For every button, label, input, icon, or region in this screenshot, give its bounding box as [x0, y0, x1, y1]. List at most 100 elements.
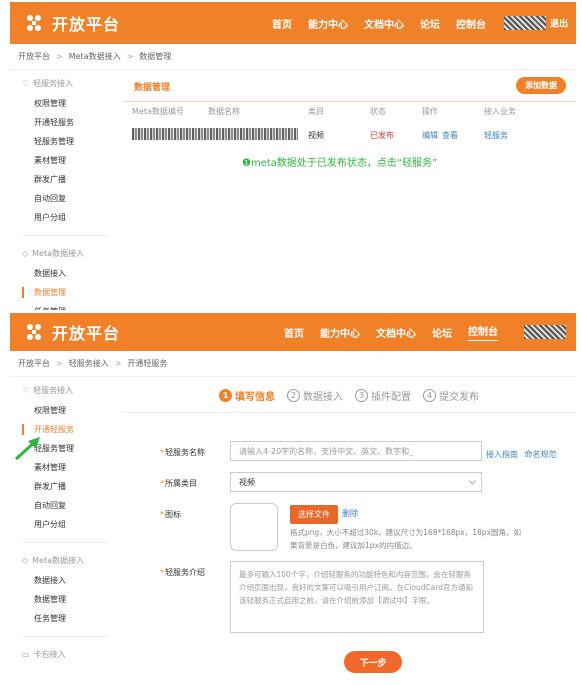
category-value: 视频 [239, 477, 255, 487]
icon-hint: 格式png，大小不超过30k，建议尺寸为168*168px，18px圆角。如果背… [290, 528, 521, 550]
sidebar: ♡ 轻服务接入 权限管理 开通轻服务 轻服务管理 素材管理 群发广播 自动回复 … [10, 379, 120, 665]
logo[interactable]: 开放平台 [22, 11, 120, 35]
nav-docs[interactable]: 文档中心 [376, 325, 416, 340]
intro-label: *轻服务介绍 [160, 568, 205, 577]
logo-icon [27, 15, 41, 31]
step-number: 4 [423, 389, 436, 402]
sidebar-item-materials[interactable]: 素材管理 [10, 151, 120, 170]
sidebar-item-broadcast[interactable]: 群发广播 [10, 170, 120, 189]
sidebar-item-user-groups[interactable]: 用户分组 [10, 208, 120, 227]
table-header: 操作 [422, 107, 438, 116]
user-avatar-pixelated[interactable] [504, 16, 546, 30]
sidebar-item-user-groups[interactable]: 用户分组 [10, 515, 120, 534]
screen-open-light-service: 开放平台 首页 能力中心 文档中心 论坛 控制台 开放平台 > 轻服务接入 > … [10, 313, 576, 685]
sidebar-item-permissions[interactable]: 权限管理 [10, 401, 120, 420]
sidebar-group-meta[interactable]: ◇ Meta数据接入 [10, 242, 120, 264]
breadcrumb-separator: > [56, 52, 63, 61]
sidebar-item-service-manage[interactable]: 轻服务管理 [10, 132, 120, 151]
sidebar-group-label: 轻服务接入 [33, 385, 74, 395]
next-step-button[interactable]: 下一步 [344, 651, 402, 673]
step-plugin-config: 3 插件配置 [355, 388, 411, 403]
step-fill-info: 1 填写信息 [219, 388, 275, 403]
step-number: 3 [355, 389, 368, 402]
sidebar-item-data-manage[interactable]: 数据管理 [10, 283, 120, 302]
annotation-step-1: ❶meta数据处于已发布状态，点击“轻服务” [242, 158, 438, 169]
main-content: 数据管理 添加数据 Meta数据编号 数据名称 类目 状态 操作 接入业务 视频… [122, 72, 576, 140]
top-bar: 开放平台 首页 能力中心 文档中心 论坛 控制台 退出 [10, 2, 576, 44]
nav-capability[interactable]: 能力中心 [308, 16, 348, 31]
chevron-down-icon [468, 477, 477, 485]
nav-docs[interactable]: 文档中心 [364, 16, 404, 31]
user-avatar-pixelated[interactable] [524, 325, 566, 339]
sidebar-item-broadcast[interactable]: 群发广播 [10, 477, 120, 496]
card-icon: ▭ [22, 649, 30, 659]
breadcrumb-separator: > [114, 359, 122, 368]
add-data-button[interactable]: 添加数据 [516, 77, 566, 94]
sidebar-item-permissions[interactable]: 权限管理 [10, 94, 120, 113]
service-name-label: *轻服务名称 [160, 448, 205, 457]
sidebar-group-meta[interactable]: ◇ Meta数据接入 [10, 549, 120, 571]
breadcrumb-item[interactable]: 开放平台 [18, 358, 50, 369]
sidebar-item-data-import[interactable]: 数据接入 [10, 571, 120, 590]
icon-label: *图标 [160, 510, 181, 519]
sidebar-group-card[interactable]: ▭ 卡包接入 [10, 643, 120, 665]
sidebar: ♡ 轻服务接入 权限管理 开通轻服务 轻服务管理 素材管理 群发广播 自动回复 … [10, 72, 120, 310]
sidebar-divider [22, 542, 108, 543]
status-badge: 已发布 [370, 131, 394, 140]
category-select[interactable]: 视频 [230, 472, 482, 492]
sidebar-group-label: 卡包接入 [33, 649, 66, 659]
sidebar-item-open-service[interactable]: 开通轻服务 [10, 113, 120, 132]
sidebar-group-light-service[interactable]: ♡ 轻服务接入 [10, 379, 120, 401]
sidebar-group-label: Meta数据接入 [32, 248, 85, 258]
sidebar-item-task-manage[interactable]: 任务管理 [10, 302, 120, 310]
nav-console[interactable]: 控制台 [456, 16, 486, 31]
step-number: 2 [287, 389, 300, 402]
nav-home[interactable]: 首页 [284, 325, 304, 340]
section-title: 数据管理 [122, 72, 576, 102]
sidebar-group-light-service[interactable]: ♡ 轻服务接入 [10, 72, 120, 94]
heart-icon: ♡ [22, 78, 30, 88]
table-cell-category: 视频 [308, 131, 324, 140]
table-header: Meta数据编号 [132, 107, 184, 116]
sidebar-divider [22, 636, 108, 637]
delete-icon-link[interactable]: 删除 [342, 508, 358, 519]
choose-file-button[interactable]: 选择文件 [290, 505, 338, 524]
breadcrumb-item: 开通轻服务 [127, 359, 168, 368]
service-name-input[interactable]: 请输入4-20字的名称，支持中文、英文、数字和_ [230, 441, 482, 461]
annotation-arrow-icon [14, 437, 40, 461]
breadcrumb-separator: > [56, 359, 63, 368]
nav-home[interactable]: 首页 [272, 16, 292, 31]
help-links: 接入指南 命名规范 [486, 449, 561, 460]
sidebar-item-task-manage[interactable]: 任务管理 [10, 609, 120, 628]
nav-capability[interactable]: 能力中心 [320, 325, 360, 340]
step-label: 数据接入 [303, 392, 343, 403]
view-link[interactable]: 查看 [442, 130, 458, 141]
breadcrumb: 开放平台 > Meta数据接入 > 数据管理 [10, 44, 576, 70]
step-submit: 4 提交发布 [423, 388, 479, 403]
logout-link[interactable]: 退出 [550, 17, 568, 30]
breadcrumb-item[interactable]: 轻服务接入 [69, 358, 109, 369]
sidebar-group-label: Meta数据接入 [32, 555, 85, 565]
sidebar-item-data-manage[interactable]: 数据管理 [10, 590, 120, 609]
naming-rules-link[interactable]: 命名规范 [525, 450, 557, 459]
pixelated-data-id-and-name [132, 128, 298, 140]
sidebar-item-auto-reply[interactable]: 自动回复 [10, 496, 120, 515]
sidebar-item-data-import[interactable]: 数据接入 [10, 264, 120, 283]
guide-link[interactable]: 接入指南 [486, 450, 518, 459]
nav-console[interactable]: 控制台 [468, 323, 498, 341]
nav-forum[interactable]: 论坛 [420, 16, 440, 31]
edit-link[interactable]: 编辑 [422, 130, 438, 141]
step-label: 填写信息 [235, 392, 275, 403]
breadcrumb-item[interactable]: Meta数据接入 [69, 51, 121, 62]
breadcrumb-separator: > [126, 52, 134, 61]
breadcrumb: 开放平台 > 轻服务接入 > 开通轻服务 [10, 351, 576, 377]
sidebar-item-auto-reply[interactable]: 自动回复 [10, 189, 120, 208]
logo[interactable]: 开放平台 [22, 320, 120, 344]
breadcrumb-item[interactable]: 开放平台 [18, 51, 50, 62]
step-indicator: 1 填写信息 2 数据接入 3 插件配置 4 提交发布 [122, 379, 576, 413]
intro-textarea[interactable]: 最多可输入100个字，介绍轻服务的功能特色和内容范围，会在轻服务介绍页面出现，良… [230, 561, 484, 633]
light-service-link[interactable]: 轻服务 [484, 130, 508, 141]
top-bar: 开放平台 首页 能力中心 文档中心 论坛 控制台 [10, 313, 576, 351]
nav-forum[interactable]: 论坛 [432, 325, 452, 340]
sidebar-group-label: 轻服务接入 [33, 78, 74, 88]
